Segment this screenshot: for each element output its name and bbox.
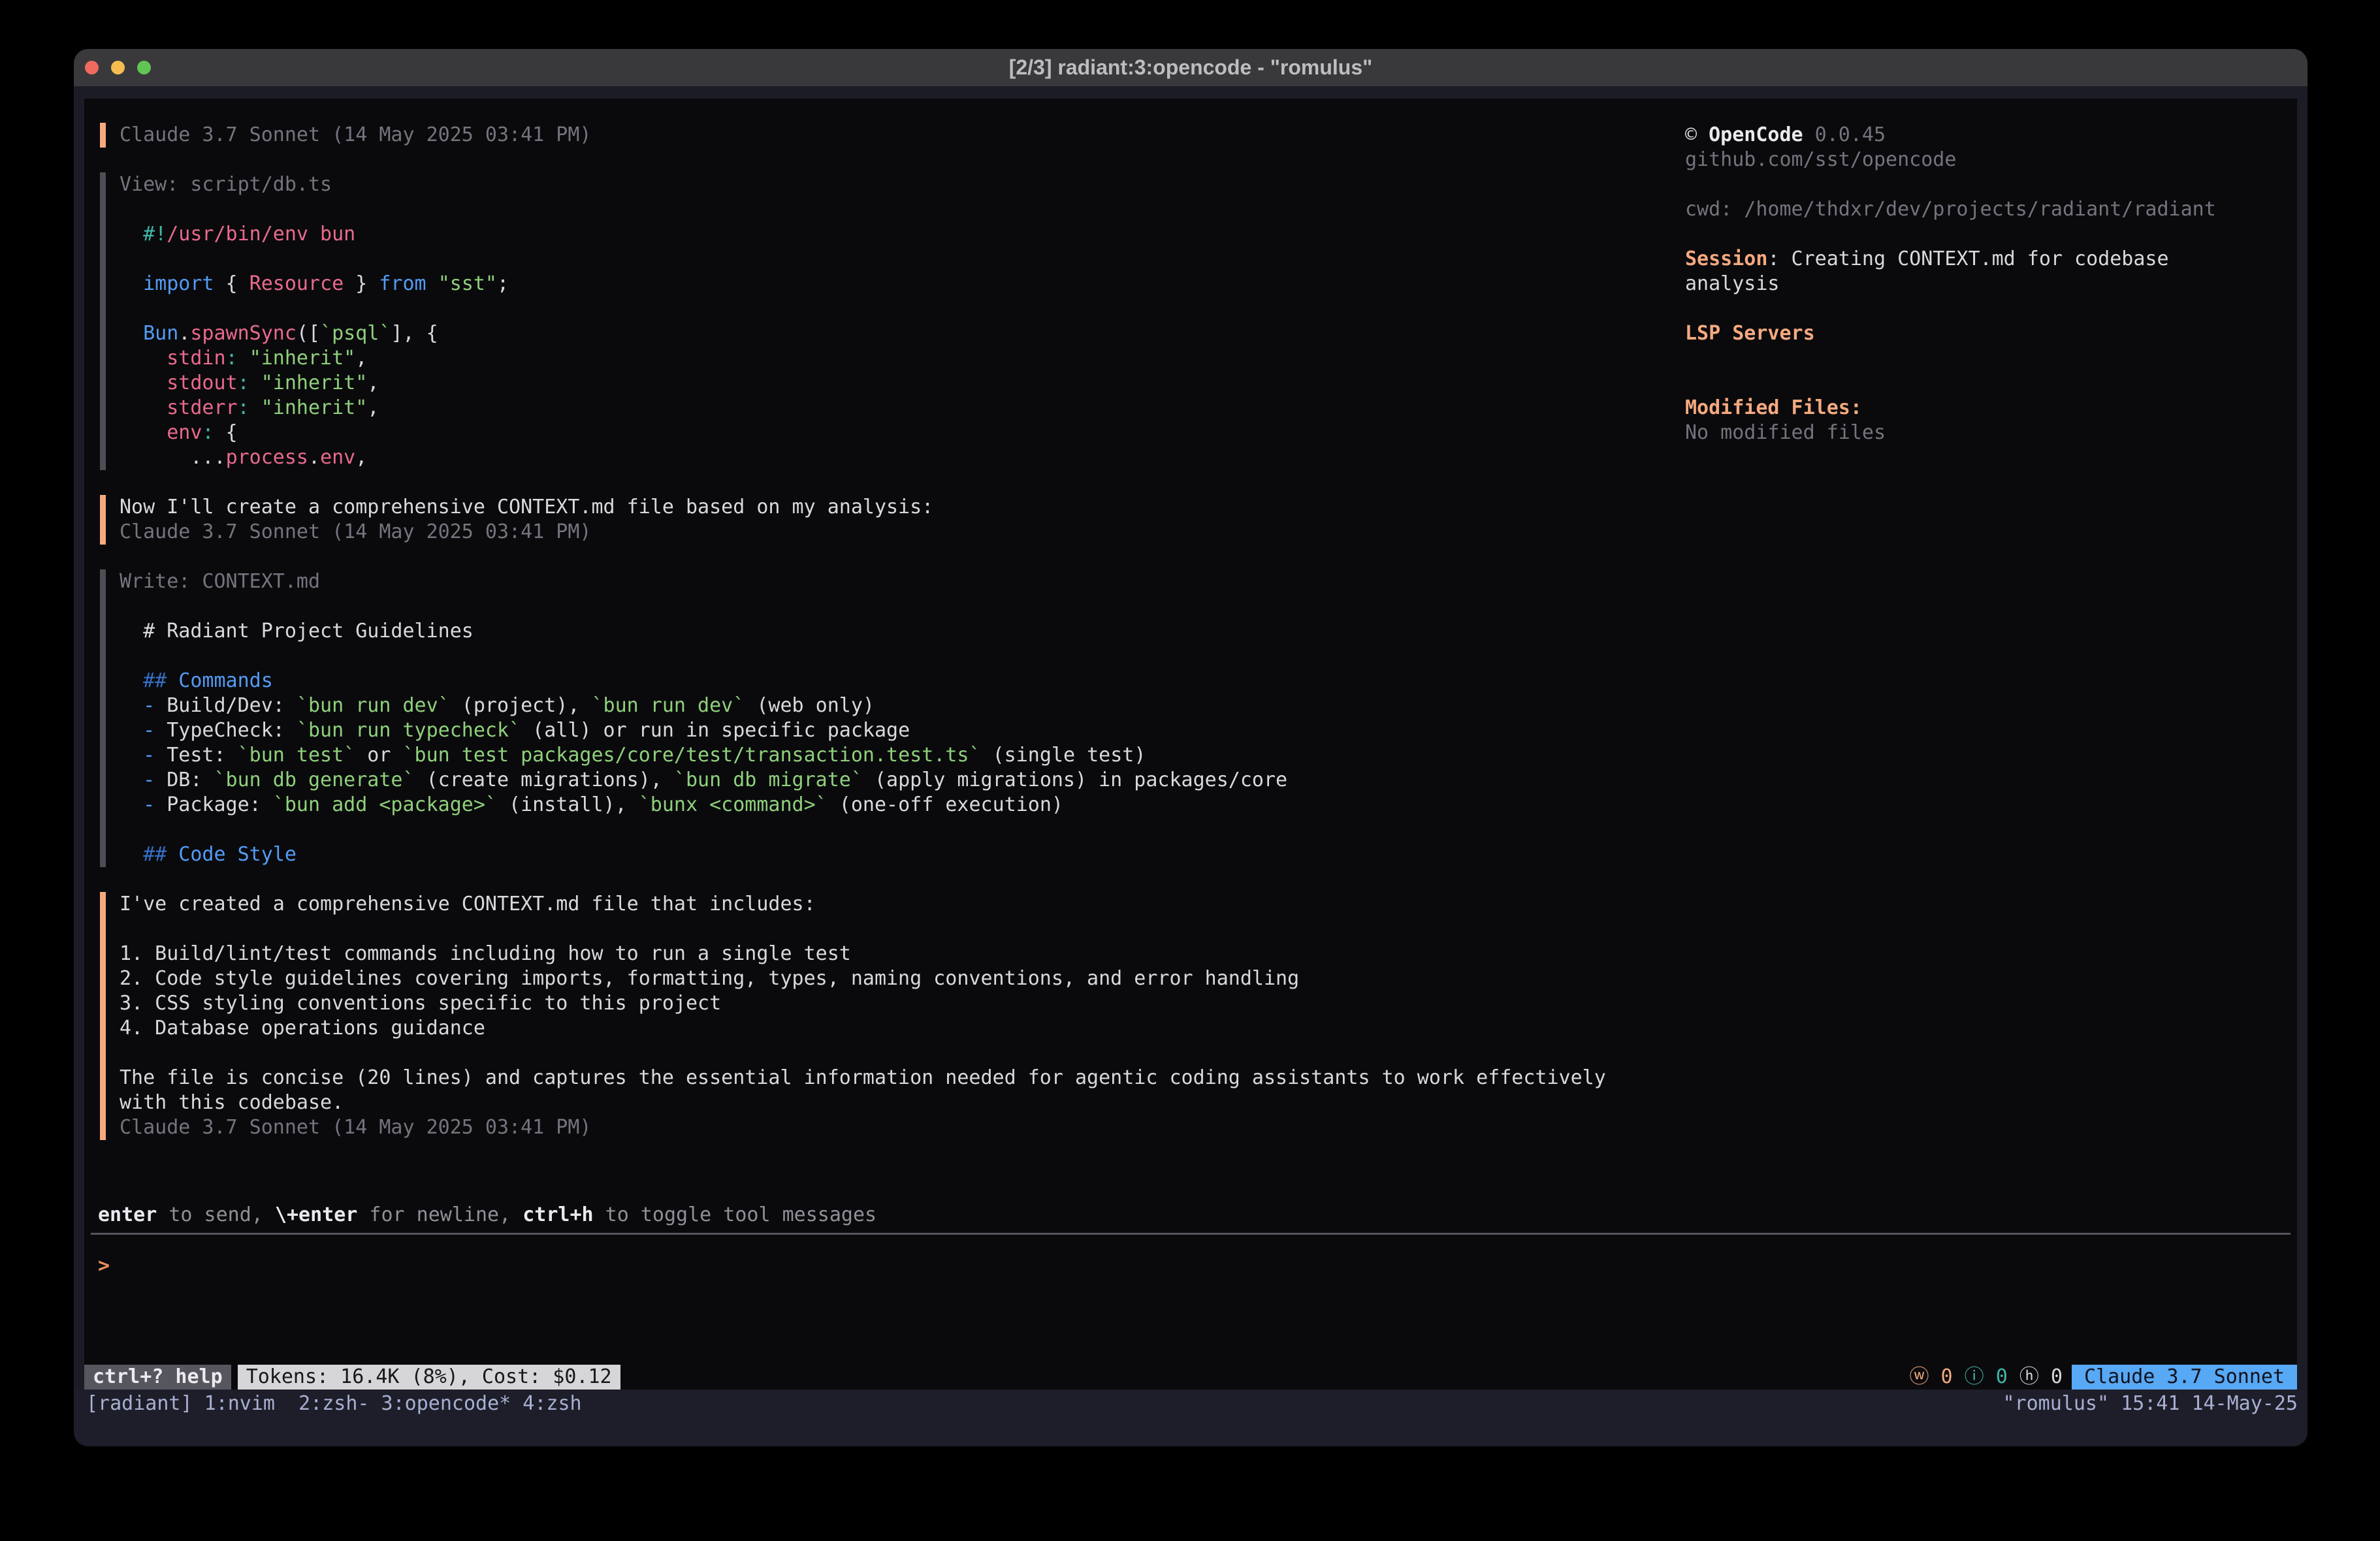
terminal-line (120, 818, 1641, 842)
terminal-line: Write: CONTEXT.md (120, 569, 1641, 594)
terminal-line: - DB: `bun db generate` (create migratio… (120, 768, 1641, 793)
terminal-line: - Build/Dev: `bun run dev` (project), `b… (120, 693, 1641, 718)
opencode-sidebar: © OpenCode 0.0.45github.com/sst/opencode… (1685, 123, 2299, 445)
terminal-line: stdout: "inherit", (120, 371, 1641, 396)
terminal-line: enter to send, \+enter for newline, ctrl… (98, 1203, 876, 1228)
terminal-line (120, 296, 1641, 321)
terminal-line: ## Commands (120, 669, 1641, 693)
terminal-line: Modified Files: (1685, 396, 2299, 421)
terminal-line: Claude 3.7 Sonnet (14 May 2025 03:41 PM) (120, 1115, 1641, 1140)
terminal-line: © OpenCode 0.0.45 (1685, 123, 2299, 148)
terminal-line: #!/usr/bin/env bun (120, 222, 1641, 247)
assistant-timestamp-block: Claude 3.7 Sonnet (14 May 2025 03:41 PM) (100, 123, 1641, 148)
terminal-line (120, 197, 1641, 222)
terminal-line (120, 247, 1641, 272)
terminal-line (120, 1041, 1641, 1066)
minimize-button[interactable] (111, 61, 125, 74)
terminal-line: LSP Servers (1685, 321, 2299, 346)
help-shortcut-chip: ctrl+? help (84, 1365, 231, 1390)
window-title: [2/3] radiant:3:opencode - "romulus" (74, 56, 2308, 80)
terminal-line: ...process.env, (120, 445, 1641, 470)
status-spacer (620, 1365, 1910, 1390)
terminal-line: ## Code Style (120, 842, 1641, 867)
close-button[interactable] (85, 61, 99, 74)
terminal-window: [2/3] radiant:3:opencode - "romulus" Cla… (74, 49, 2308, 1446)
traffic-lights (74, 49, 151, 86)
tool-write-block: Write: CONTEXT.md # Radiant Project Guid… (100, 569, 1641, 867)
terminal-line: No modified files (1685, 421, 2299, 445)
window-titlebar: [2/3] radiant:3:opencode - "romulus" (74, 49, 2308, 86)
tmux-status-bar: [radiant] 1:nvim 2:zsh- 3:opencode* 4:zs… (74, 1390, 2308, 1446)
terminal-line (1685, 222, 2299, 247)
tmux-spacer (582, 1390, 2003, 1418)
terminal-line: - Test: `bun test` or `bun test packages… (120, 743, 1641, 768)
terminal-line: github.com/sst/opencode (1685, 148, 2299, 172)
tmux-window-list[interactable]: [radiant] 1:nvim 2:zsh- 3:opencode* 4:zs… (86, 1390, 582, 1418)
assistant-message-block: Now I'll create a comprehensive CONTEXT.… (100, 495, 1641, 545)
terminal-line (120, 917, 1641, 942)
terminal-line (120, 594, 1641, 619)
terminal-line: Session: Creating CONTEXT.md for codebas… (1685, 247, 2299, 272)
model-badge: Claude 3.7 Sonnet (2072, 1365, 2297, 1390)
terminal-line: - TypeCheck: `bun run typecheck` (all) o… (120, 718, 1641, 743)
chat-input[interactable]: > (98, 1254, 110, 1279)
terminal-line: ⓦ 0 ⓘ 0 ⓗ 0 (1909, 1365, 2063, 1390)
terminal-line: stdin: "inherit", (120, 346, 1641, 371)
terminal-line: Now I'll create a comprehensive CONTEXT.… (120, 495, 1641, 520)
terminal-line: 3. CSS styling conventions specific to t… (120, 991, 1641, 1016)
terminal-line: - Package: `bun add <package>` (install)… (120, 793, 1641, 818)
terminal-line (1685, 172, 2299, 197)
terminal-line: cwd: /home/thdxr/dev/projects/radiant/ra… (1685, 197, 2299, 222)
keybinding-hints: enter to send, \+enter for newline, ctrl… (98, 1203, 876, 1228)
terminal-line: 2. Code style guidelines covering import… (120, 966, 1641, 991)
input-divider (91, 1233, 2291, 1235)
terminal-line: Claude 3.7 Sonnet (14 May 2025 03:41 PM) (120, 520, 1641, 545)
terminal-line: Bun.spawnSync([`psql`], { (120, 321, 1641, 346)
terminal-line: The file is concise (20 lines) and captu… (120, 1066, 1641, 1090)
zoom-button[interactable] (137, 61, 151, 74)
opencode-status-bar: ctrl+? help Tokens: 16.4K (8%), Cost: $0… (84, 1365, 2297, 1390)
terminal-line: # Radiant Project Guidelines (120, 619, 1641, 644)
terminal-line: 1. Build/lint/test commands including ho… (120, 942, 1641, 966)
terminal-line (1685, 296, 2299, 321)
terminal-line: I've created a comprehensive CONTEXT.md … (120, 892, 1641, 917)
terminal-line (1685, 346, 2299, 371)
terminal-line: import { Resource } from "sst"; (120, 272, 1641, 296)
diagnostics-indicators: ⓦ 0 ⓘ 0 ⓗ 0 (1909, 1365, 2063, 1390)
terminal-line (1685, 371, 2299, 396)
tmux-session-info: "romulus" 15:41 14-May-25 (2002, 1390, 2298, 1418)
chat-transcript: Claude 3.7 Sonnet (14 May 2025 03:41 PM)… (100, 123, 1641, 1140)
terminal-line: 4. Database operations guidance (120, 1016, 1641, 1041)
terminal-line: Claude 3.7 Sonnet (14 May 2025 03:41 PM) (120, 123, 1641, 148)
terminal-pane: Claude 3.7 Sonnet (14 May 2025 03:41 PM)… (84, 99, 2297, 1390)
assistant-summary-block: I've created a comprehensive CONTEXT.md … (100, 892, 1641, 1140)
terminal-line: stderr: "inherit", (120, 396, 1641, 421)
terminal-line: with this codebase. (120, 1090, 1641, 1115)
desktop: { "window": { "title": "[2/3] radiant:3:… (0, 0, 2380, 1541)
terminal-line: analysis (1685, 272, 2299, 296)
terminal-line: View: script/db.ts (120, 172, 1641, 197)
terminal-line: env: { (120, 421, 1641, 445)
terminal-line (120, 644, 1641, 669)
tool-view-block: View: script/db.ts #!/usr/bin/env bun im… (100, 172, 1641, 470)
tokens-cost-chip: Tokens: 16.4K (8%), Cost: $0.12 (238, 1365, 620, 1390)
